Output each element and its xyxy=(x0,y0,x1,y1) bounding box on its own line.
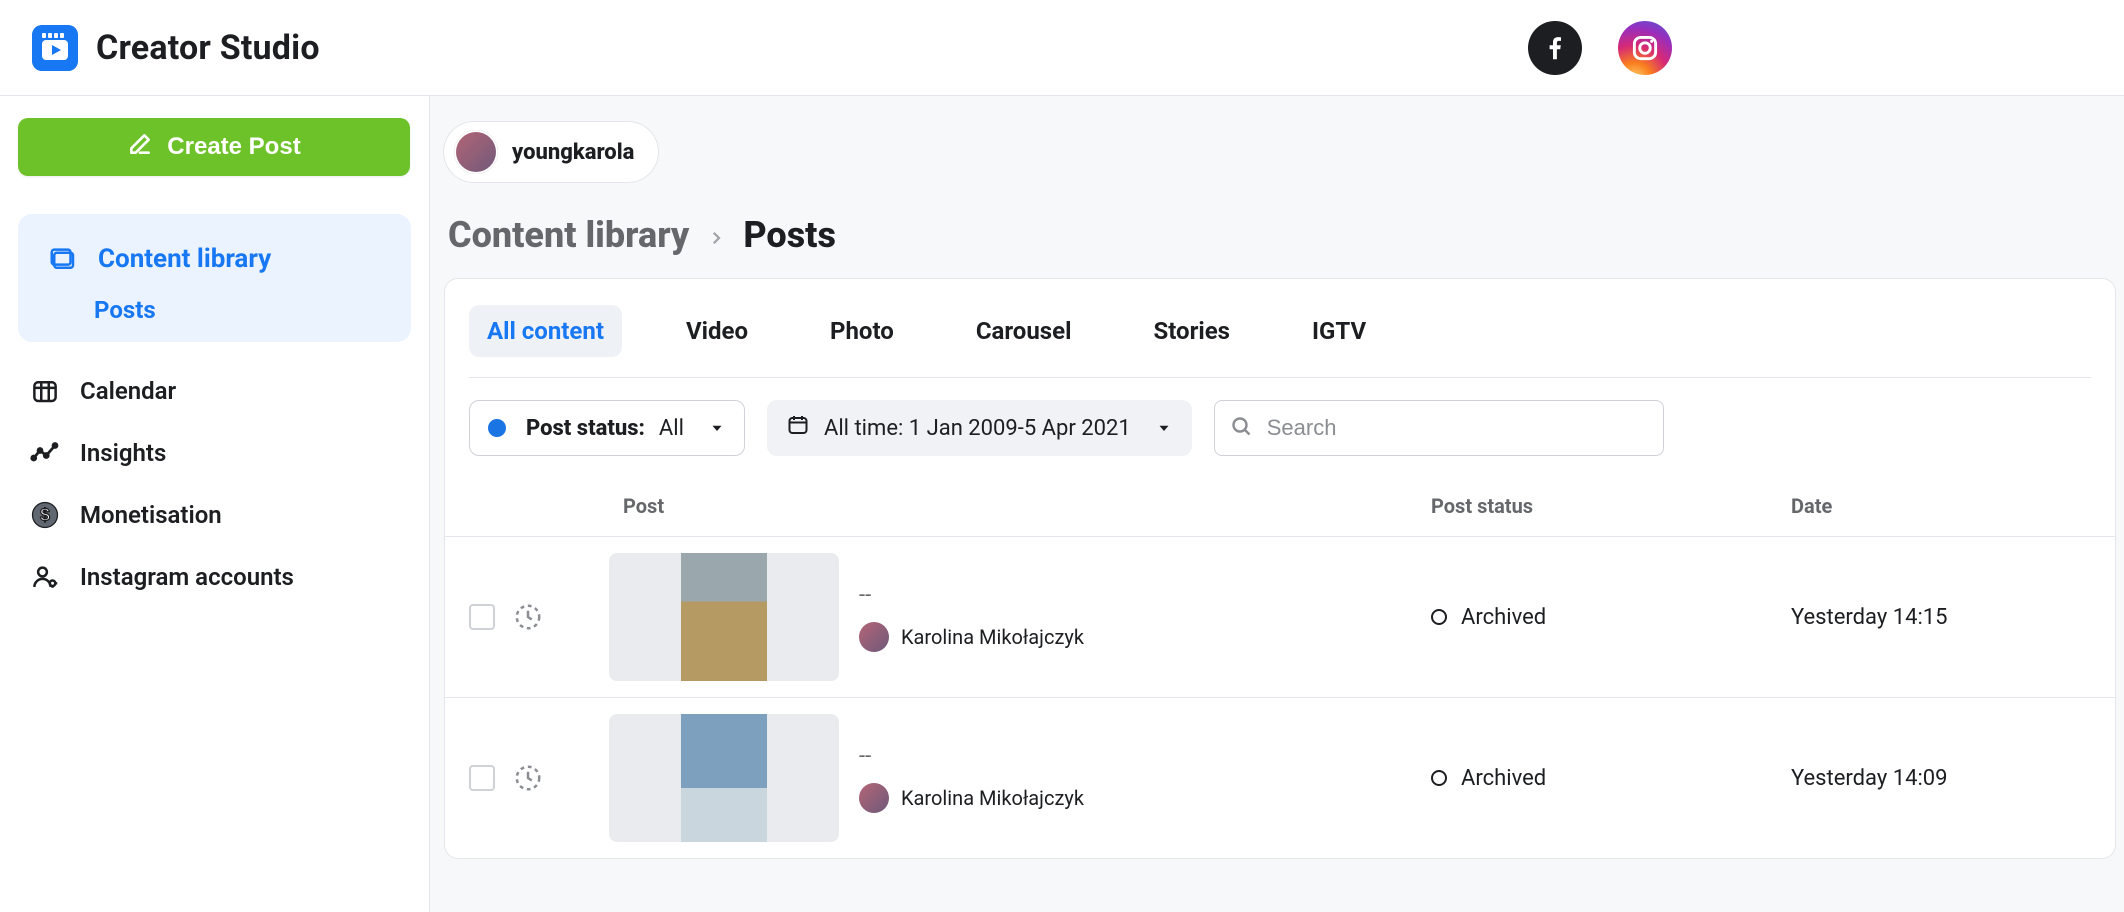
nav-list: Calendar Insights $ xyxy=(18,360,411,608)
row-checkbox[interactable] xyxy=(469,765,495,791)
col-status: Post status xyxy=(1431,494,1791,518)
nav-active-card: Content library Posts xyxy=(18,214,411,342)
content-panel: All content Video Photo Carousel Stories… xyxy=(444,278,2116,859)
col-post: Post xyxy=(609,494,1431,518)
post-date: Yesterday 14:15 xyxy=(1791,605,2091,630)
sidebar-item-content-library[interactable]: Content library xyxy=(36,228,393,290)
chevron-down-icon xyxy=(708,419,726,437)
tab-stories[interactable]: Stories xyxy=(1135,305,1248,357)
post-thumbnail xyxy=(609,714,839,842)
avatar xyxy=(859,783,889,813)
search-input[interactable] xyxy=(1265,414,1649,442)
filter-post-status[interactable]: Post status: All xyxy=(469,400,745,456)
post-title: -- xyxy=(859,583,1084,608)
status-text: Archived xyxy=(1461,605,1546,630)
sidebar: Create Post Content library Posts xyxy=(0,96,430,912)
sidebar-item-calendar[interactable]: Calendar xyxy=(18,360,411,422)
library-icon xyxy=(46,242,80,276)
sidebar-subitem-posts[interactable]: Posts xyxy=(36,296,393,324)
sidebar-subitem-label[interactable]: Posts xyxy=(94,296,156,324)
account-chip[interactable]: youngkarola xyxy=(444,122,658,182)
accounts-icon xyxy=(28,560,62,594)
post-title: -- xyxy=(859,744,1084,769)
sidebar-item-label: Calendar xyxy=(80,377,176,405)
layout: Create Post Content library Posts xyxy=(0,96,2124,912)
avatar xyxy=(859,622,889,652)
svg-text:$: $ xyxy=(40,505,50,525)
status-ring-icon xyxy=(1431,609,1447,625)
status-ring-icon xyxy=(1431,770,1447,786)
tabs: All content Video Photo Carousel Stories… xyxy=(445,297,2115,377)
filter-post-status-value: All xyxy=(659,416,684,441)
top-bar: Creator Studio xyxy=(0,0,2124,96)
history-icon xyxy=(513,602,543,632)
tab-photo[interactable]: Photo xyxy=(812,305,912,357)
tab-label: Carousel xyxy=(976,317,1072,345)
tab-video[interactable]: Video xyxy=(668,305,766,357)
chevron-right-icon xyxy=(707,214,725,256)
avatar xyxy=(454,130,498,174)
table-header: Post Post status Date xyxy=(445,484,2115,536)
breadcrumb: Content library Posts xyxy=(438,206,2116,278)
filter-date-range[interactable]: All time: 1 Jan 2009-5 Apr 2021 xyxy=(767,400,1192,456)
tab-label: Stories xyxy=(1153,317,1230,345)
compose-icon xyxy=(127,131,153,164)
row-checkbox[interactable] xyxy=(469,604,495,630)
post-status: Archived xyxy=(1431,766,1791,791)
instagram-icon[interactable] xyxy=(1618,21,1672,75)
dollar-icon: $ xyxy=(28,498,62,532)
brand: Creator Studio xyxy=(32,25,320,71)
facebook-icon[interactable] xyxy=(1528,21,1582,75)
network-toggle xyxy=(1528,21,2092,75)
search-box[interactable] xyxy=(1214,400,1664,456)
create-post-button[interactable]: Create Post xyxy=(18,118,410,176)
insights-icon xyxy=(28,436,62,470)
tab-label: All content xyxy=(487,317,604,345)
sidebar-item-label: Instagram accounts xyxy=(80,563,294,591)
creator-studio-logo-icon xyxy=(32,25,78,71)
tab-label: Photo xyxy=(830,317,894,345)
post-author: Karolina Mikołajczyk xyxy=(859,783,1084,813)
author-name: Karolina Mikołajczyk xyxy=(901,786,1084,810)
post-author: Karolina Mikołajczyk xyxy=(859,622,1084,652)
sidebar-item-label: Content library xyxy=(98,244,271,274)
create-post-label: Create Post xyxy=(167,133,300,161)
nav-group: Content library Posts Calendar xyxy=(18,214,411,608)
tab-all-content[interactable]: All content xyxy=(469,305,622,357)
tab-label: Video xyxy=(686,317,748,345)
tab-carousel[interactable]: Carousel xyxy=(958,305,1090,357)
content: youngkarola Content library Posts All co… xyxy=(430,96,2124,912)
col-date: Date xyxy=(1791,494,2091,518)
sidebar-item-monetisation[interactable]: $ Monetisation xyxy=(18,484,411,546)
post-thumbnail xyxy=(609,553,839,681)
calendar-icon xyxy=(28,374,62,408)
table-row[interactable]: -- Karolina Mikołajczyk Archived Y xyxy=(445,536,2115,697)
tab-igtv[interactable]: IGTV xyxy=(1294,305,1384,357)
post-date: Yesterday 14:09 xyxy=(1791,766,2091,791)
sidebar-item-instagram-accounts[interactable]: Instagram accounts xyxy=(18,546,411,608)
filter-date-label: All time: 1 Jan 2009-5 Apr 2021 xyxy=(824,416,1131,441)
sidebar-item-insights[interactable]: Insights xyxy=(18,422,411,484)
tab-label: IGTV xyxy=(1312,317,1366,345)
search-icon xyxy=(1229,414,1253,442)
status-dot-icon xyxy=(488,419,506,437)
status-text: Archived xyxy=(1461,766,1546,791)
author-name: Karolina Mikołajczyk xyxy=(901,625,1084,649)
app-title: Creator Studio xyxy=(96,28,320,68)
filters: Post status: All All t xyxy=(445,378,2115,478)
filter-post-status-label: Post status: xyxy=(526,416,645,441)
sidebar-item-label: Monetisation xyxy=(80,501,222,529)
breadcrumb-current: Posts xyxy=(743,214,836,256)
table-row[interactable]: -- Karolina Mikołajczyk Archived Y xyxy=(445,697,2115,858)
chevron-down-icon xyxy=(1155,419,1173,437)
posts-table: Post Post status Date xyxy=(445,484,2115,858)
history-icon xyxy=(513,763,543,793)
sidebar-item-label: Insights xyxy=(80,439,166,467)
post-status: Archived xyxy=(1431,605,1791,630)
calendar-icon xyxy=(786,413,810,443)
account-username: youngkarola xyxy=(512,140,634,165)
breadcrumb-root[interactable]: Content library xyxy=(448,214,689,256)
